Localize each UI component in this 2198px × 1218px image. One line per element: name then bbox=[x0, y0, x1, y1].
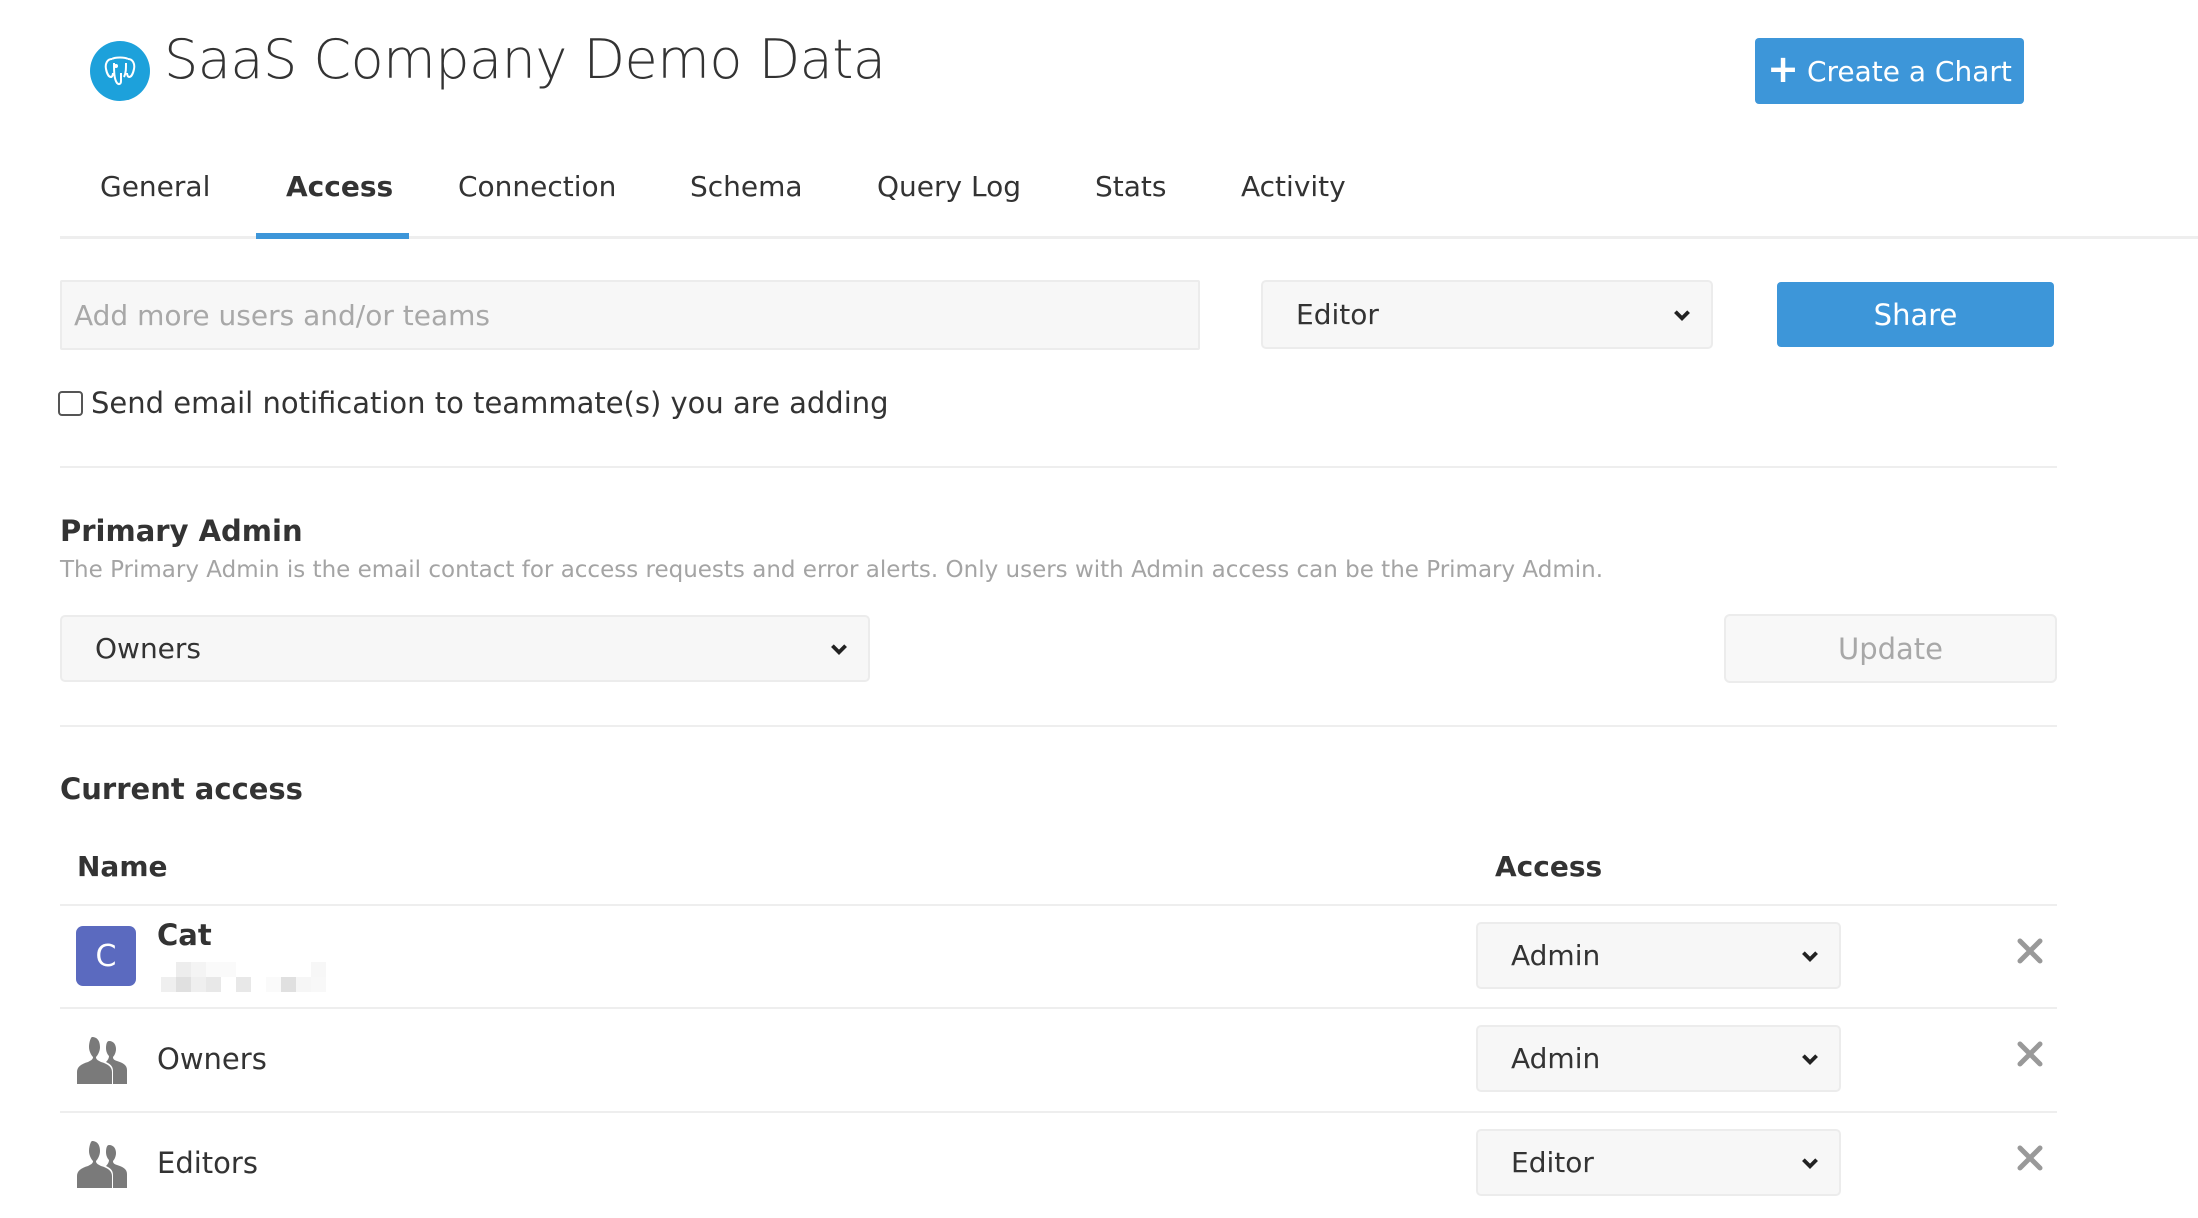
column-header-access: Access bbox=[1495, 850, 1603, 883]
create-chart-label: Create a Chart bbox=[1806, 54, 2012, 88]
tab-connection[interactable]: Connection bbox=[458, 170, 616, 203]
access-select-value: Admin bbox=[1511, 939, 1601, 972]
user-name: Cat bbox=[157, 918, 212, 952]
group-name: Owners bbox=[157, 1042, 267, 1076]
notify-checkbox[interactable] bbox=[58, 390, 83, 416]
plus-icon: + bbox=[1767, 47, 1799, 91]
primary-admin-title: Primary Admin bbox=[60, 514, 303, 548]
tab-activity[interactable]: Activity bbox=[1241, 170, 1346, 203]
role-select-value: Editor bbox=[1296, 298, 1379, 331]
chevron-down-icon bbox=[1802, 950, 1818, 962]
tab-access[interactable]: Access bbox=[286, 170, 393, 203]
remove-icon[interactable] bbox=[2015, 936, 2045, 966]
postgresql-elephant-icon bbox=[104, 56, 136, 86]
redacted-email bbox=[161, 962, 341, 992]
chevron-down-icon bbox=[831, 643, 847, 655]
notify-checkbox-row[interactable]: Send email notification to teammate(s) y… bbox=[58, 386, 889, 420]
remove-icon[interactable] bbox=[2015, 1143, 2045, 1173]
table-row: Editors Editor bbox=[60, 1111, 2057, 1214]
page-title: SaaS Company Demo Data bbox=[164, 28, 886, 91]
access-select-value: Admin bbox=[1511, 1042, 1601, 1075]
access-select-value: Editor bbox=[1511, 1146, 1594, 1179]
create-chart-button[interactable]: + Create a Chart bbox=[1755, 38, 2024, 104]
add-users-input[interactable] bbox=[60, 280, 1200, 350]
tab-schema[interactable]: Schema bbox=[690, 170, 803, 203]
current-access-title: Current access bbox=[60, 772, 303, 806]
group-name: Editors bbox=[157, 1146, 258, 1180]
active-tab-indicator bbox=[256, 233, 409, 239]
tab-query-log[interactable]: Query Log bbox=[877, 170, 1021, 203]
table-row: Owners Admin bbox=[60, 1007, 2057, 1110]
column-header-name: Name bbox=[77, 850, 168, 883]
tab-stats[interactable]: Stats bbox=[1095, 170, 1166, 203]
notify-label: Send email notification to teammate(s) y… bbox=[91, 386, 889, 420]
role-select[interactable]: Editor bbox=[1261, 280, 1713, 349]
primary-admin-select-value: Owners bbox=[95, 632, 202, 665]
chevron-down-icon bbox=[1802, 1053, 1818, 1065]
primary-admin-description: The Primary Admin is the email contact f… bbox=[60, 557, 1604, 583]
tab-general[interactable]: General bbox=[100, 170, 210, 203]
group-icon bbox=[77, 1141, 127, 1188]
divider bbox=[60, 466, 2057, 468]
group-icon bbox=[77, 1037, 127, 1084]
share-button[interactable]: Share bbox=[1777, 282, 2054, 347]
chevron-down-icon bbox=[1802, 1157, 1818, 1169]
divider bbox=[60, 725, 2057, 727]
update-button[interactable]: Update bbox=[1724, 614, 2057, 683]
avatar: C bbox=[76, 926, 136, 986]
primary-admin-select[interactable]: Owners bbox=[60, 615, 870, 682]
chevron-down-icon bbox=[1674, 309, 1690, 321]
remove-icon[interactable] bbox=[2015, 1039, 2045, 1069]
access-select[interactable]: Editor bbox=[1476, 1129, 1841, 1196]
access-select[interactable]: Admin bbox=[1476, 1025, 1841, 1092]
tab-bar: General Access Connection Schema Query L… bbox=[60, 150, 2198, 239]
access-select[interactable]: Admin bbox=[1476, 922, 1841, 989]
database-logo bbox=[90, 41, 150, 101]
table-row: C Cat Admin bbox=[60, 904, 2057, 1007]
